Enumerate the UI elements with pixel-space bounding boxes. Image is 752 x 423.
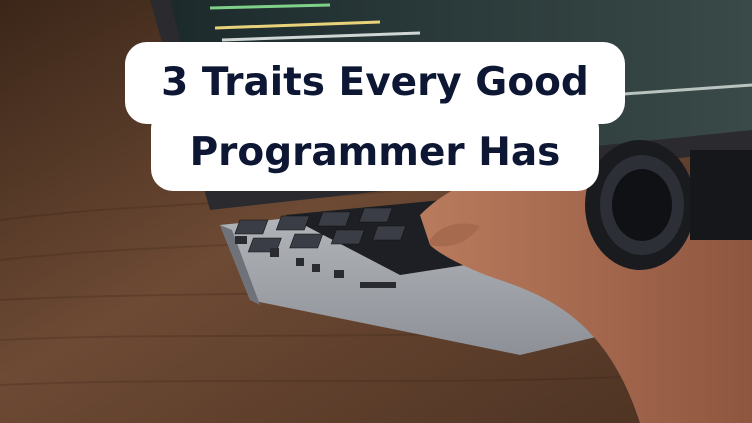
headline-line2: Programmer Has	[189, 130, 561, 175]
headline-line1: 3 Traits Every Good	[161, 60, 589, 105]
headline-banner: 3 Traits Every Good Programmer Has	[0, 0, 752, 200]
